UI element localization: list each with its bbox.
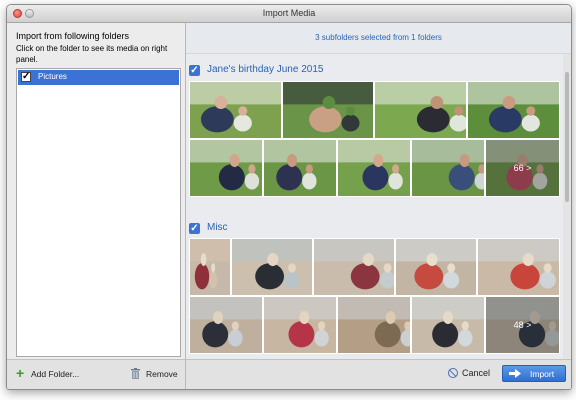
folder-label: Pictures [38, 72, 67, 81]
photo-thumbnail[interactable] [467, 81, 560, 139]
group-checkbox[interactable]: ✓ [189, 65, 200, 76]
photo-thumbnail[interactable] [189, 238, 231, 296]
selection-summary: 3 subfolders selected from 1 folders [315, 33, 442, 42]
photo-thumbnail[interactable] [282, 81, 374, 139]
group-title: Misc [207, 222, 228, 233]
plus-icon: + [16, 365, 25, 381]
more-photos-tile[interactable]: 48 > [485, 296, 560, 354]
import-media-window: Import Media Import from following folde… [6, 4, 572, 390]
cancel-label: Cancel [462, 368, 491, 378]
media-grid: ✓ Jane's birthday June 2015 66 > ✓ Misc … [186, 54, 563, 359]
add-folder-label: Add Folder... [31, 369, 80, 379]
photo-thumbnail[interactable] [477, 238, 560, 296]
selection-header: 3 subfolders selected from 1 folders [186, 23, 571, 54]
folder-checkbox[interactable]: ✓ [21, 72, 31, 82]
photo-thumbnail[interactable] [189, 81, 282, 139]
import-label: Import [530, 369, 555, 379]
photo-thumbnail[interactable] [231, 238, 313, 296]
group-title: Jane's birthday June 2015 [207, 64, 324, 75]
window-title: Import Media [262, 8, 316, 18]
photo-thumbnail[interactable] [263, 296, 337, 354]
import-button[interactable]: Import [502, 365, 566, 382]
folders-panel: Import from following folders Click on t… [7, 23, 186, 389]
vertical-scrollbar[interactable] [563, 54, 571, 359]
dialog-footer: Cancel Import [186, 359, 571, 389]
arrow-right-icon [509, 369, 521, 378]
folders-footer: + Add Folder... Remove [7, 359, 185, 389]
cancel-icon [448, 368, 458, 378]
folder-list: ✓ Pictures [16, 68, 181, 357]
trash-icon [131, 368, 140, 379]
photo-thumbnail[interactable] [189, 139, 263, 197]
photo-thumbnail[interactable] [313, 238, 395, 296]
folder-row-pictures[interactable]: ✓ Pictures [18, 70, 179, 85]
photo-thumbnail[interactable] [411, 296, 485, 354]
photo-thumbnail[interactable] [189, 296, 263, 354]
scrollbar-thumb[interactable] [565, 72, 569, 202]
group-checkbox[interactable]: ✓ [189, 223, 200, 234]
photo-thumbnail[interactable] [337, 139, 411, 197]
photo-thumbnail[interactable] [337, 296, 411, 354]
more-photos-tile[interactable]: 66 > [485, 139, 560, 197]
folders-instructions: Click on the folder to see its media on … [16, 44, 168, 64]
photo-thumbnail[interactable] [411, 139, 485, 197]
more-photos-count: 66 > [486, 140, 559, 196]
folders-heading: Import from following folders [16, 31, 130, 41]
photo-thumbnail[interactable] [395, 238, 477, 296]
more-photos-count: 48 > [486, 297, 559, 353]
title-bar: Import Media [7, 5, 571, 23]
photo-thumbnail[interactable] [263, 139, 337, 197]
photo-thumbnail[interactable] [374, 81, 467, 139]
remove-label: Remove [146, 369, 178, 379]
media-panel: 3 subfolders selected from 1 folders ✓ J… [186, 23, 571, 389]
